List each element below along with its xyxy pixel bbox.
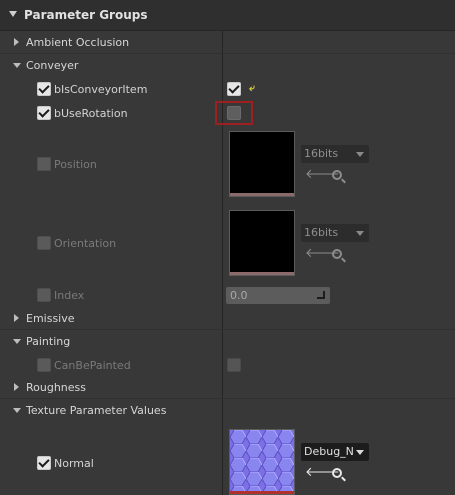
reset-to-default-icon[interactable]: ⤶ [249,83,255,94]
category-label: Ambient Occlusion [26,36,130,49]
collapse-triangle-icon [9,11,17,17]
value-checkbox[interactable] [227,82,241,96]
thumbnail-bar [230,491,294,494]
texture-thumbnail[interactable] [229,131,295,197]
override-checkbox[interactable] [37,106,51,120]
compression-dropdown[interactable]: 16bits [301,224,369,242]
property-row-bisconveyoritem: bIsConveyorItem ⤶ [0,78,455,100]
property-label: bIsConveyorItem [54,83,148,96]
category-roughness[interactable]: Roughness [0,377,455,399]
expand-arrow-icon [14,38,19,46]
expand-arrow-icon [14,314,19,322]
property-row-canbepainted: CanBePainted [0,354,455,376]
category-label: Roughness [26,381,87,394]
normal-texture-thumbnail[interactable] [229,429,295,495]
parameter-groups-header[interactable]: Parameter Groups [0,0,455,31]
category-emissive[interactable]: Emissive [0,308,455,330]
header-title: Parameter Groups [24,8,148,22]
value-checkbox[interactable] [227,358,241,372]
override-checkbox[interactable] [37,236,51,250]
search-icon[interactable] [332,468,342,478]
category-ambient-occlusion[interactable]: Ambient Occlusion [0,31,455,54]
property-label: Index [54,289,85,302]
override-checkbox[interactable] [37,288,51,302]
resize-grip-icon [317,291,325,299]
dropdown-value: Debug_N [304,445,354,458]
category-label: Conveyer [26,59,79,72]
chevron-down-icon [356,231,364,236]
dropdown-value: 16bits [304,226,339,239]
normal-map-pattern [230,430,294,494]
override-checkbox[interactable] [37,82,51,96]
property-label: Orientation [54,237,117,250]
property-label: Normal [54,457,94,470]
property-row-normal: Normal Debug_N 🡐 [0,425,455,495]
details-panel: Parameter Groups Ambient Occlusion Conve… [0,0,455,495]
category-label: Texture Parameter Values [26,404,167,417]
property-label: bUseRotation [54,107,128,120]
property-label: Position [54,158,97,171]
override-checkbox[interactable] [37,456,51,470]
thumbnail-bar [230,272,294,275]
property-row-position: Position 16bits 🡐 [0,128,455,200]
chevron-down-icon [356,450,364,455]
category-conveyer[interactable]: Conveyer [0,55,455,77]
collapse-arrow-icon [13,408,21,413]
collapse-arrow-icon [13,339,21,344]
category-label: Painting [26,335,71,348]
texture-thumbnail[interactable] [229,210,295,276]
property-label: CanBePainted [54,359,131,372]
dropdown-value: 16bits [304,147,339,160]
collapse-arrow-icon [13,63,21,68]
search-icon[interactable] [332,249,342,259]
override-checkbox[interactable] [37,358,51,372]
property-row-orientation: Orientation 16bits 🡐 [0,207,455,279]
number-value: 0.0 [230,289,248,302]
expand-arrow-icon [14,383,19,391]
category-label: Emissive [26,312,75,325]
compression-dropdown[interactable]: 16bits [301,145,369,163]
highlight-frame [215,101,253,125]
chevron-down-icon [356,152,364,157]
category-texture-parameter-values[interactable]: Texture Parameter Values [0,400,455,422]
override-checkbox[interactable] [37,157,51,171]
texture-dropdown[interactable]: Debug_N [301,443,369,461]
category-painting[interactable]: Painting [0,331,455,353]
search-icon[interactable] [332,170,342,180]
thumbnail-bar [230,193,294,196]
index-number-field[interactable]: 0.0 [226,287,330,304]
